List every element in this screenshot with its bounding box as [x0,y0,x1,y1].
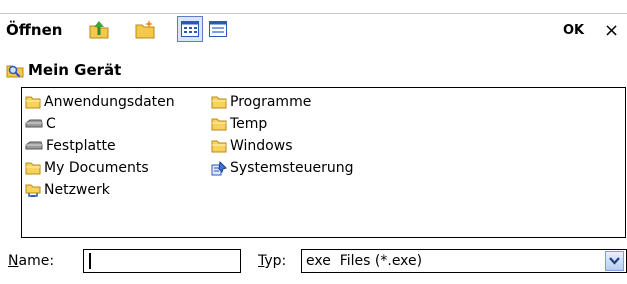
list-item[interactable]: Temp [211,113,353,135]
details-view-button[interactable] [205,16,231,42]
folder-icon [25,162,41,175]
folder-icon [211,140,227,153]
list-item[interactable]: Windows [211,135,353,157]
file-label: Festplatte [46,138,116,154]
list-view-button[interactable] [177,16,203,42]
folder-icon [211,96,227,109]
control-panel-icon [211,160,227,176]
list-item[interactable]: My Documents [25,157,175,179]
type-select-value: exe Files (*.exe) [306,253,423,269]
text-caret [89,253,91,269]
drive-icon [25,119,43,128]
list-item[interactable]: Netzwerk [25,179,175,201]
type-dropdown-button[interactable] [605,251,624,271]
up-folder-icon [89,21,109,39]
network-icon [25,184,41,197]
folder-icon [25,96,41,109]
file-label: Anwendungsdaten [44,94,175,110]
type-label: Typ: [258,253,287,269]
name-label: Name: [8,253,55,269]
file-label: Temp [230,116,268,132]
name-input[interactable] [83,249,241,273]
new-folder-button[interactable] [132,16,158,42]
dialog-title: Öffnen [6,21,63,39]
up-folder-button[interactable] [86,16,112,42]
list-item[interactable]: Programme [211,91,353,113]
folder-icon [211,118,227,131]
list-view-icon [181,21,199,37]
type-select[interactable]: exe Files (*.exe) [301,249,627,273]
file-label: My Documents [44,160,149,176]
location-label: Mein Gerät [28,61,122,79]
file-label: Systemsteuerung [230,160,354,176]
details-view-icon [209,21,227,37]
list-item[interactable]: Systemsteuerung [211,157,353,179]
file-label: C [46,116,56,132]
chevron-down-icon [609,257,620,265]
close-button[interactable]: × [596,14,627,46]
new-folder-icon [135,20,155,39]
list-item[interactable]: Festplatte [25,135,175,157]
file-label: Programme [230,94,312,110]
list-item[interactable]: Anwendungsdaten [25,91,175,113]
file-list[interactable]: Anwendungsdaten C Festplatte My Document… [21,87,626,238]
search-folder-icon [6,65,24,78]
close-icon: × [603,19,620,41]
ok-button[interactable]: OK [557,14,590,46]
location-breadcrumb: Mein Gerät [6,58,121,82]
drive-icon [25,141,43,150]
list-item[interactable]: C [25,113,175,135]
top-separator [0,13,627,14]
file-label: Windows [230,138,293,154]
file-label: Netzwerk [44,182,110,198]
